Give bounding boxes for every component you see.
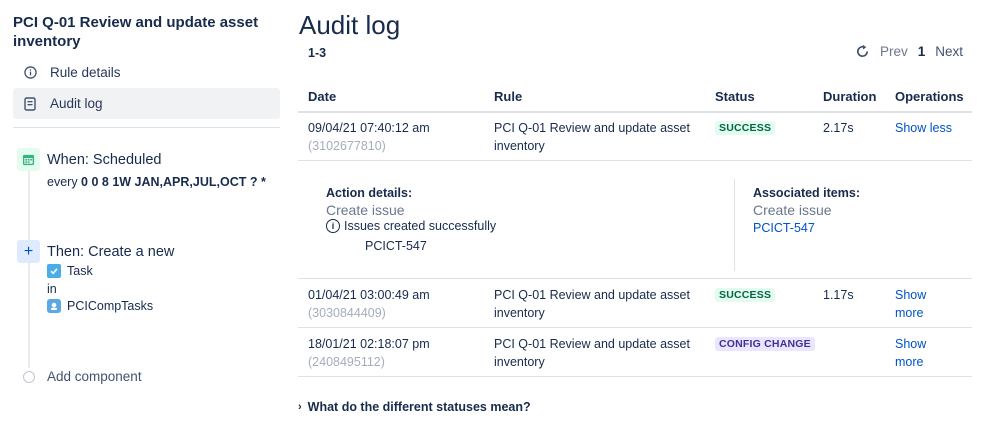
nav-rule-details[interactable]: Rule details bbox=[13, 57, 280, 88]
action-details-issue-key: PCICT-547 bbox=[365, 239, 427, 253]
next-page-button[interactable]: Next bbox=[935, 44, 963, 59]
sidebar: PCI Q-01 Review and update asset invento… bbox=[0, 0, 292, 437]
chevron-right-icon: › bbox=[298, 401, 302, 413]
row-3-rule: PCI Q-01 Review and update asset invento… bbox=[494, 337, 690, 369]
row-2-show-more-link[interactable]: Show more bbox=[895, 286, 955, 322]
info-icon bbox=[22, 66, 38, 79]
row-1-date: 09/04/21 07:40:12 am bbox=[308, 121, 430, 135]
pagination: Prev 1 Next bbox=[855, 44, 963, 59]
page-title: Audit log bbox=[299, 10, 401, 40]
status-help-label: What do the different statuses mean? bbox=[307, 400, 531, 414]
associated-items-value: Create issue bbox=[753, 202, 832, 218]
current-page[interactable]: 1 bbox=[918, 44, 926, 59]
row-3-status-badge: CONFIG CHANGE bbox=[715, 337, 815, 351]
plus-icon[interactable]: + bbox=[17, 240, 40, 263]
action-details-note: i Issues created successfully bbox=[326, 219, 496, 233]
trigger-title[interactable]: When: Scheduled bbox=[47, 152, 161, 168]
action-in-label: in bbox=[47, 282, 57, 296]
action-project-label: PCICompTasks bbox=[67, 299, 154, 313]
column-header-rule: Rule bbox=[494, 89, 523, 104]
detail-divider bbox=[734, 179, 735, 271]
row-divider bbox=[298, 160, 972, 161]
column-header-status: Status bbox=[715, 89, 755, 104]
row-1-rule: PCI Q-01 Review and update asset invento… bbox=[494, 121, 690, 153]
action-issue-type: Task bbox=[47, 264, 93, 278]
refresh-icon[interactable] bbox=[855, 44, 870, 59]
trigger-cron: 0 0 8 1W JAN,APR,JUL,OCT ? * bbox=[81, 175, 266, 189]
row-2-date: 01/04/21 03:00:49 am bbox=[308, 288, 430, 302]
action-details-value: Create issue bbox=[326, 202, 405, 218]
row-3-id: (2408495112) bbox=[308, 355, 385, 369]
row-1-status-badge: SUCCESS bbox=[715, 121, 776, 135]
column-header-date: Date bbox=[308, 89, 337, 104]
row-1-duration: 2.17s bbox=[823, 121, 854, 135]
table-header-divider bbox=[298, 111, 972, 113]
column-header-duration: Duration bbox=[823, 89, 877, 104]
nav-rule-details-label: Rule details bbox=[50, 65, 121, 80]
trigger-schedule: every 0 0 8 1W JAN,APR,JUL,OCT ? * bbox=[47, 175, 266, 189]
associated-items-label: Associated items: bbox=[753, 186, 860, 200]
column-header-operations: Operations bbox=[895, 89, 964, 104]
result-range: 1-3 bbox=[308, 46, 327, 60]
row-divider bbox=[298, 376, 972, 377]
action-details-note-text: Issues created successfully bbox=[344, 219, 497, 233]
row-divider bbox=[298, 327, 972, 328]
flow-connector bbox=[28, 168, 30, 368]
project-avatar-icon bbox=[47, 299, 61, 313]
row-2-status-badge: SUCCESS bbox=[715, 288, 776, 302]
row-2-id: (3030844409) bbox=[308, 306, 386, 320]
row-3-date: 18/01/21 02:18:07 pm bbox=[308, 337, 430, 351]
row-1-id: (3102677810) bbox=[308, 139, 386, 153]
task-checkbox-icon bbox=[47, 264, 61, 278]
row-divider bbox=[298, 278, 972, 279]
rule-title: PCI Q-01 Review and update asset invento… bbox=[13, 14, 259, 50]
row-2-duration: 1.17s bbox=[823, 288, 854, 302]
prev-page-button[interactable]: Prev bbox=[880, 44, 908, 59]
row-1-show-less-link[interactable]: Show less bbox=[895, 119, 955, 137]
status-help-toggle[interactable]: › What do the different statuses mean? bbox=[298, 400, 531, 414]
trigger-schedule-prefix: every bbox=[47, 175, 82, 189]
action-project: PCICompTasks bbox=[47, 299, 153, 313]
nav-audit-log[interactable]: Audit log bbox=[13, 88, 280, 119]
nav-audit-log-label: Audit log bbox=[50, 96, 103, 111]
action-title[interactable]: Then: Create a new bbox=[47, 244, 174, 260]
document-icon bbox=[22, 96, 38, 111]
add-component-dot-icon bbox=[23, 371, 35, 383]
action-details-label: Action details: bbox=[326, 186, 413, 200]
associated-issue-link[interactable]: PCICT-547 bbox=[753, 219, 815, 237]
sidebar-divider bbox=[13, 127, 280, 128]
add-component-button[interactable]: Add component bbox=[47, 369, 142, 384]
calendar-icon[interactable] bbox=[17, 148, 40, 171]
info-circle-icon: i bbox=[326, 219, 340, 233]
row-2-rule: PCI Q-01 Review and update asset invento… bbox=[494, 288, 690, 320]
row-3-show-more-link[interactable]: Show more bbox=[895, 335, 955, 371]
action-issue-type-label: Task bbox=[67, 264, 93, 278]
